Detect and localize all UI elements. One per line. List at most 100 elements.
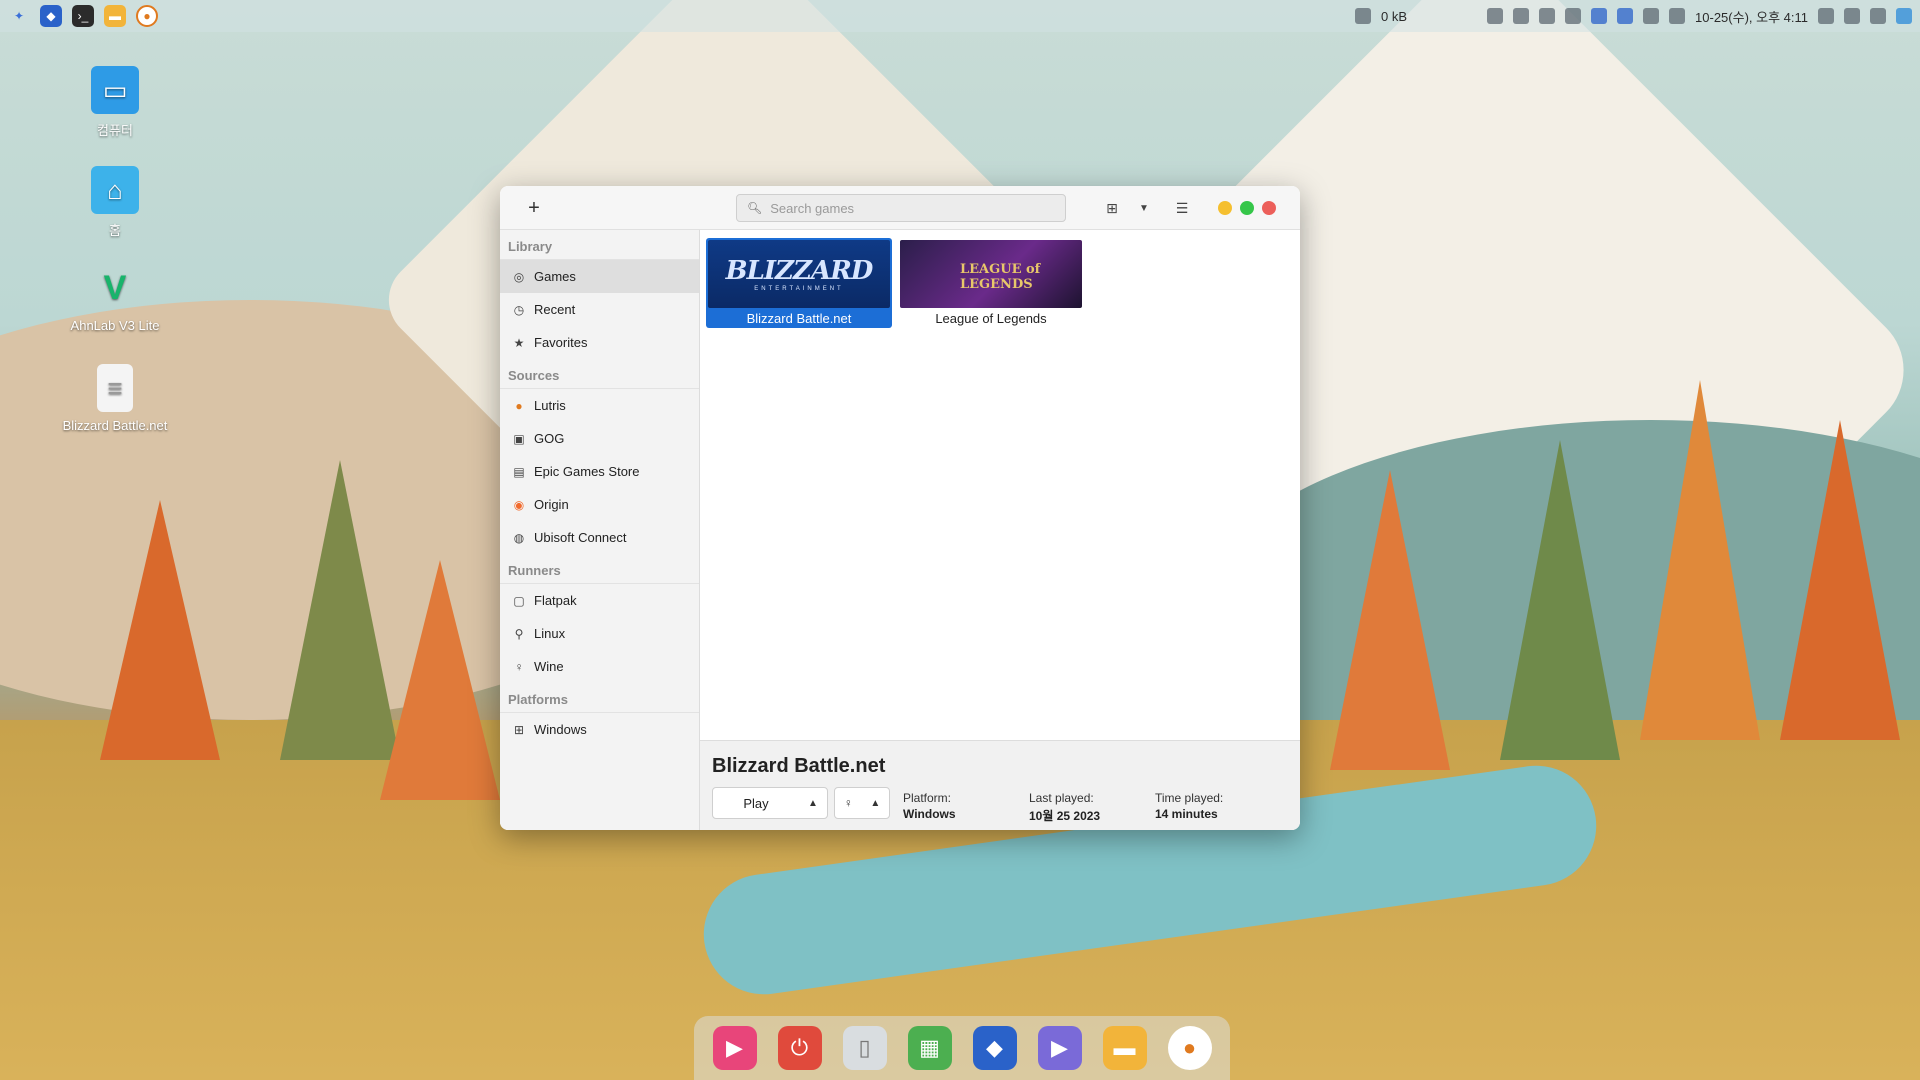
selected-game-title: Blizzard Battle.net: [712, 755, 886, 777]
sidebar-item-label: Games: [534, 269, 576, 284]
sidebar-header-sources: Sources: [500, 359, 699, 389]
linux-icon: ⚲: [514, 626, 524, 641]
runner-options-button[interactable]: ♀ ▲: [834, 787, 890, 819]
gamepad-icon: ◎: [513, 269, 525, 284]
search-icon: 🔍︎: [747, 201, 763, 215]
desktop-icon-label: AhnLab V3 Lite: [70, 318, 160, 333]
sidebar-item-linux[interactable]: ⚲ Linux: [500, 617, 699, 650]
sidebar-item-flatpak[interactable]: ▢ Flatpak: [500, 584, 699, 617]
windows-icon: ⊞: [513, 722, 525, 737]
sidebar-item-lutris[interactable]: ● Lutris: [500, 389, 699, 422]
sidebar-item-label: Epic Games Store: [534, 464, 640, 479]
origin-icon: ◉: [513, 497, 525, 512]
sidebar-header-platforms: Platforms: [500, 683, 699, 713]
maximize-button[interactable]: [1240, 201, 1254, 215]
sidebar-item-games[interactable]: ◎ Games: [500, 260, 699, 293]
play-label: Play: [743, 795, 769, 811]
trash-icon[interactable]: ▯: [842, 1026, 887, 1070]
platform-value: Windows: [903, 807, 956, 821]
files-dock-icon[interactable]: ▬: [1102, 1026, 1147, 1070]
code-icon[interactable]: [1818, 8, 1834, 24]
sidebar-item-label: Recent: [534, 302, 576, 317]
grid-view-button[interactable]: ⊞: [1100, 196, 1124, 220]
search-box[interactable]: 🔍︎: [736, 194, 1066, 222]
sidebar-header-library: Library: [500, 230, 699, 260]
epic-icon: ▤: [513, 464, 525, 479]
power-icon[interactable]: ⏻: [777, 1026, 822, 1070]
sidebar-item-label: GOG: [534, 431, 565, 446]
star-icon: ★: [513, 335, 525, 350]
sidebar-item-wine[interactable]: ♀ Wine: [500, 650, 699, 683]
desktop-icon-computer[interactable]: ▭ 컴퓨터: [55, 66, 175, 139]
sidebar-item-label: Wine: [534, 659, 564, 674]
shield-icon[interactable]: [1513, 8, 1530, 24]
play-button[interactable]: Play ▲: [712, 787, 828, 819]
sidebar-item-windows[interactable]: ⊞ Windows: [500, 713, 699, 746]
game-grid: BLIZZARD ENTERTAINMENT Blizzard Battle.n…: [700, 230, 1300, 740]
printer-icon[interactable]: [1643, 8, 1660, 24]
ahnlab-icon: V: [103, 268, 127, 307]
main-menu-button[interactable]: ☰: [1170, 196, 1194, 220]
header-bar: + 🔍︎ ⊞ ▼ ☰: [500, 186, 1300, 230]
terminal-icon[interactable]: ›_: [72, 5, 94, 27]
flatpak-icon: ▢: [513, 593, 525, 608]
time-played-value: 14 minutes: [1155, 807, 1218, 821]
search-input[interactable]: [770, 200, 1051, 216]
screenshot-icon[interactable]: [1617, 8, 1634, 24]
clock-icon: ◷: [513, 302, 525, 317]
desktop-icon-label: 홈: [109, 223, 121, 238]
game-card-blizzard[interactable]: BLIZZARD ENTERTAINMENT Blizzard Battle.n…: [706, 238, 892, 328]
sidebar-item-gog[interactable]: ▣ GOG: [500, 422, 699, 455]
gog-icon: ▣: [513, 431, 525, 446]
update-icon[interactable]: [1539, 8, 1556, 24]
last-played-value: 10월 25 2023: [1029, 809, 1101, 823]
sidebar-item-label: Favorites: [534, 335, 588, 350]
media-player-icon[interactable]: ▶: [1037, 1026, 1082, 1070]
game-title: League of Legends: [935, 311, 1047, 326]
desktop-icon-label: 컴퓨터: [97, 123, 133, 138]
last-played-label: Last played:: [1029, 791, 1094, 805]
sidebar-item-label: Windows: [534, 722, 587, 737]
lutris-taskbar-icon[interactable]: ●: [136, 5, 158, 27]
last-played-info: Last played: 10월 25 2023: [1029, 791, 1100, 824]
show-desktop-icon[interactable]: [1896, 8, 1912, 24]
video-app-icon[interactable]: ▶: [712, 1026, 757, 1070]
chevron-up-icon[interactable]: ▲: [799, 798, 827, 809]
launcher-icon[interactable]: ✦: [8, 5, 30, 27]
computer-icon: ▭: [91, 66, 139, 114]
browser-dock-icon[interactable]: ◆: [972, 1026, 1017, 1070]
clock[interactable]: 10-25(수), 오후 4:11: [1695, 7, 1808, 26]
sidebar-item-origin[interactable]: ◉ Origin: [500, 488, 699, 521]
view-options-dropdown[interactable]: ▼: [1132, 196, 1156, 220]
network-speed: 0 kB: [1381, 8, 1408, 24]
app-store-icon[interactable]: ▦: [907, 1026, 952, 1070]
battery-icon[interactable]: [1844, 8, 1860, 24]
time-played-info: Time played: 14 minutes: [1155, 791, 1223, 821]
desktop-icon-battlenet[interactable]: ≡ Blizzard Battle.net: [55, 364, 175, 433]
browser-icon[interactable]: ◆: [40, 5, 62, 27]
sidebar-item-label: Lutris: [534, 398, 566, 413]
clipboard-icon[interactable]: [1487, 8, 1504, 24]
minimize-button[interactable]: [1218, 201, 1232, 215]
volume-icon[interactable]: [1669, 8, 1686, 24]
desktop-icon-home[interactable]: ⌂ 홈: [55, 166, 175, 239]
sidebar-item-epic[interactable]: ▤ Epic Games Store: [500, 455, 699, 488]
input-method-icon[interactable]: [1591, 8, 1608, 24]
sidebar-item-label: Linux: [534, 626, 566, 641]
network-activity-icon[interactable]: [1355, 8, 1372, 24]
close-button[interactable]: [1262, 201, 1276, 215]
bluetooth-icon[interactable]: [1565, 8, 1582, 24]
add-game-button[interactable]: +: [522, 196, 546, 220]
user-icon[interactable]: [1870, 8, 1886, 24]
grid-icon: ⊞: [1106, 199, 1118, 216]
lol-logo: LEAGUE of LEGENDS: [960, 262, 1041, 292]
files-icon[interactable]: ▬: [104, 5, 126, 27]
sidebar-item-favorites[interactable]: ★ Favorites: [500, 326, 699, 359]
file-icon: ≡: [97, 364, 133, 412]
lutris-dock-icon[interactable]: ●: [1167, 1026, 1212, 1070]
sidebar-item-recent[interactable]: ◷ Recent: [500, 293, 699, 326]
game-card-lol[interactable]: LEAGUE of LEGENDS League of Legends: [898, 238, 1084, 328]
sidebar-item-ubisoft[interactable]: ◍ Ubisoft Connect: [500, 521, 699, 554]
time-played-label: Time played:: [1155, 791, 1224, 805]
desktop-icon-ahnlab[interactable]: V AhnLab V3 Lite: [55, 264, 175, 334]
